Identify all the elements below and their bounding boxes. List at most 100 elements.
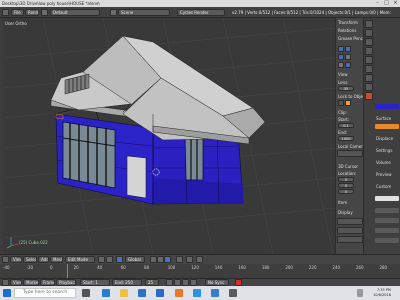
current-frame-field[interactable]: 25 <box>145 279 159 286</box>
dropbox-icon[interactable] <box>193 289 201 297</box>
minimize-icon[interactable]: – <box>373 0 382 7</box>
world-icon[interactable] <box>365 47 373 55</box>
layers-icon[interactable] <box>365 29 373 37</box>
menu-view[interactable]: View <box>10 256 22 263</box>
system-clock[interactable]: 7:35 PM 10/6/2018 <box>373 288 391 297</box>
timeline-editor-type-icon[interactable] <box>2 279 9 286</box>
cursor-z-field[interactable]: 0 <box>338 189 354 194</box>
render-preview-icon[interactable] <box>196 256 203 263</box>
timeline-menu-view[interactable]: View <box>10 279 22 286</box>
vertex-select-icon[interactable] <box>150 256 157 263</box>
npanel-item-label[interactable]: Item <box>338 200 347 205</box>
timeline-menu-frame[interactable]: Frame <box>40 279 55 286</box>
face-select-icon[interactable] <box>164 256 171 263</box>
material-color-swatch[interactable] <box>375 104 399 109</box>
npanel-relations-label[interactable]: Relations <box>338 28 356 33</box>
npanel-transform-label[interactable]: Transform <box>338 20 358 25</box>
photos-icon[interactable] <box>211 289 219 297</box>
clip-end-field[interactable]: 1000 <box>338 136 354 141</box>
pivot-point-icon[interactable] <box>106 256 113 263</box>
surface-shader-swatch[interactable] <box>375 124 399 129</box>
task-view-icon[interactable] <box>82 289 90 297</box>
start-menu-icon[interactable] <box>3 289 11 297</box>
new-layer-icon[interactable] <box>338 46 344 52</box>
current-frame-indicator[interactable] <box>66 264 68 278</box>
local-camera-row[interactable] <box>337 150 363 157</box>
npanel-3d-cursor-label[interactable]: 3D Cursor <box>338 164 358 169</box>
settings-field[interactable] <box>375 218 399 223</box>
screen-layout-select[interactable]: Default <box>50 9 100 16</box>
scene-gp-icon[interactable] <box>345 46 351 52</box>
npanel-display-label[interactable]: Display <box>338 210 353 215</box>
store-icon[interactable] <box>138 289 146 297</box>
menu-render[interactable]: Render <box>25 9 39 16</box>
constraints-icon[interactable] <box>365 65 373 73</box>
material-icon[interactable] <box>365 92 373 100</box>
timeline-editor[interactable]: -40 -20 0 20 40 60 80 100 120 140 160 180 200 220 240 2… <box>0 264 400 278</box>
play-icon[interactable] <box>182 279 189 286</box>
close-icon[interactable]: × <box>391 0 400 7</box>
end-frame-field[interactable]: End: 250 <box>112 279 142 286</box>
proportional-edit-icon[interactable] <box>176 256 183 263</box>
render-icon[interactable] <box>365 20 373 28</box>
lock-cursor-icon[interactable] <box>345 100 351 106</box>
object-gp-icon[interactable] <box>338 54 344 60</box>
jump-end-icon[interactable] <box>190 279 197 286</box>
gp-source-icon[interactable] <box>345 54 351 60</box>
play-reverse-icon[interactable] <box>174 279 181 286</box>
scene-icon[interactable] <box>365 38 373 46</box>
file-explorer-icon[interactable] <box>120 289 128 297</box>
cursor-x-field[interactable]: 0 <box>338 177 354 182</box>
lock-object-icon[interactable] <box>338 100 344 106</box>
npanel-view-label[interactable]: View <box>338 72 348 77</box>
settings-icon[interactable] <box>229 289 237 297</box>
scene-select[interactable]: Scene <box>118 9 170 16</box>
settings-field[interactable] <box>375 208 399 213</box>
maximize-icon[interactable]: □ <box>382 0 391 7</box>
displace-label[interactable]: Displace <box>376 136 393 141</box>
gp-new-icon[interactable] <box>345 62 351 68</box>
taskbar-search-input[interactable]: Type here to search <box>14 288 76 298</box>
display-row[interactable] <box>337 236 363 243</box>
transform-orientation-select[interactable]: Global <box>125 256 145 263</box>
timeline-menu-playback[interactable]: Playback <box>56 279 76 286</box>
viewport-shading-icon[interactable] <box>98 256 105 263</box>
menu-add[interactable]: Add <box>38 256 49 263</box>
preview-label[interactable]: Preview <box>376 172 392 177</box>
blender-icon[interactable] <box>175 289 183 297</box>
record-icon[interactable] <box>235 279 242 286</box>
lens-field[interactable]: 35 <box>338 86 354 91</box>
volume-label[interactable]: Volume <box>376 160 391 165</box>
settings-field[interactable] <box>375 238 399 243</box>
edge-select-icon[interactable] <box>157 256 164 263</box>
settings-label[interactable]: Settings <box>376 148 392 153</box>
modifiers-icon[interactable] <box>365 74 373 82</box>
menu-file[interactable]: File <box>11 9 24 16</box>
screen-layout-icon[interactable] <box>41 9 48 16</box>
mode-select[interactable]: Edit Mode <box>65 256 95 263</box>
info-icon[interactable] <box>2 9 9 16</box>
surface-label[interactable]: Surface <box>376 116 391 121</box>
3d-viewport[interactable]: User Ortho (25) Cube.022 <box>3 18 335 254</box>
data-icon[interactable] <box>365 83 373 91</box>
snap-icon[interactable] <box>186 256 193 263</box>
menu-select[interactable]: Select <box>23 256 37 263</box>
cursor-y-field[interactable]: 0 <box>338 183 354 188</box>
display-row[interactable] <box>337 227 363 234</box>
clip-start-field[interactable]: 0.1 <box>338 123 354 128</box>
npanel-grease-pencil-label[interactable]: Grease Pencil <box>338 36 365 41</box>
manipulator-icon[interactable] <box>116 256 123 263</box>
menu-mesh[interactable]: Mesh <box>50 256 63 263</box>
editor-type-icon[interactable] <box>2 256 9 263</box>
scene-icon[interactable] <box>110 9 117 16</box>
render-engine-select[interactable]: Cycles Render <box>177 9 225 16</box>
viewport-canvas[interactable] <box>3 18 335 254</box>
display-row[interactable] <box>337 218 363 225</box>
edge-icon[interactable] <box>102 289 110 297</box>
settings-field[interactable] <box>375 228 399 233</box>
object-icon[interactable] <box>365 56 373 64</box>
start-frame-field[interactable]: Start: 1 <box>80 279 110 286</box>
timeline-menu-marker[interactable]: Marker <box>23 279 39 286</box>
mail-icon[interactable] <box>156 289 164 297</box>
custom-label[interactable]: Custom <box>376 184 391 189</box>
